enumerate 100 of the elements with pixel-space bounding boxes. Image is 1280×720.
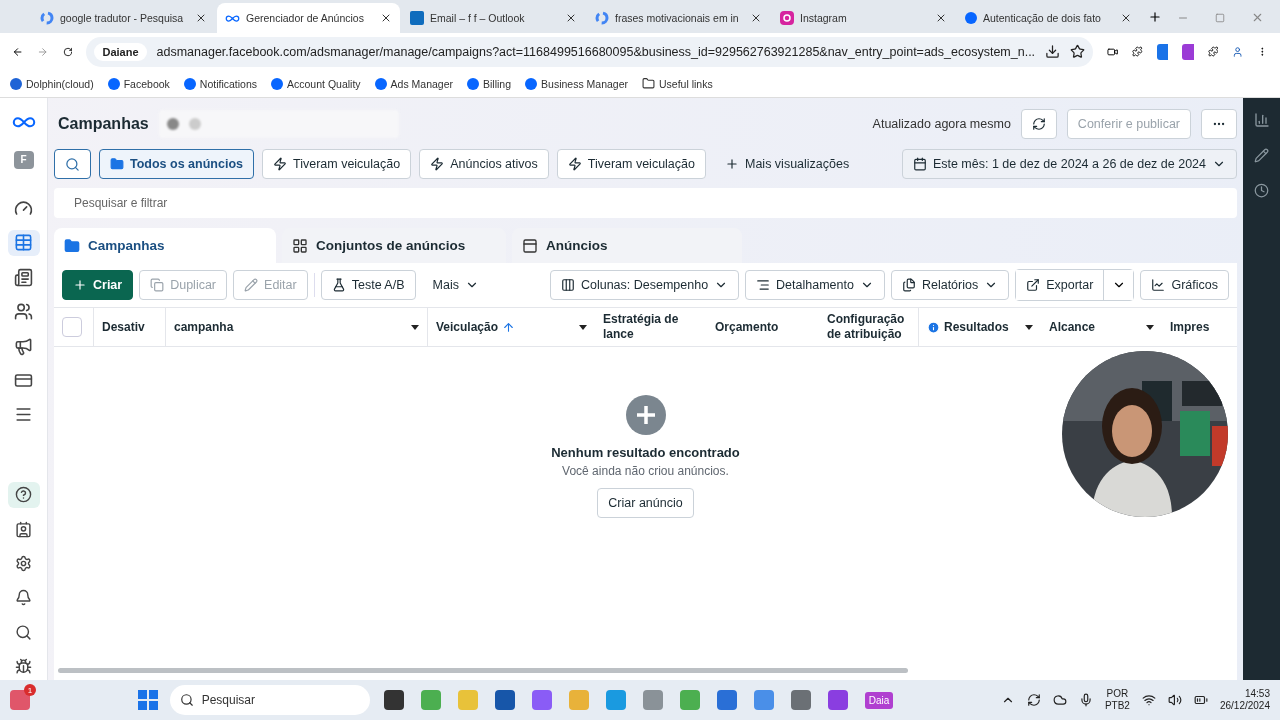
app-icon[interactable] [494, 690, 515, 710]
clock[interactable]: 14:53 26/12/2024 [1219, 688, 1270, 712]
bookmark[interactable]: Ads Manager [374, 77, 454, 90]
date-range-picker[interactable]: Este mês: 1 de dez de 2024 a 26 de dez de 2024 [901, 149, 1237, 179]
refresh-button[interactable] [1020, 109, 1057, 139]
caret-icon[interactable] [579, 324, 587, 330]
bookmark[interactable]: Useful links [642, 77, 713, 90]
id-card-icon [15, 520, 32, 538]
wifi-icon[interactable] [1141, 693, 1156, 707]
clock-icon[interactable] [1254, 183, 1269, 198]
columns-icon [560, 278, 575, 292]
close-icon[interactable] [1120, 12, 1132, 24]
plus-icon [73, 278, 87, 292]
language-indicator[interactable]: POR PTB2 [1104, 688, 1130, 712]
level-tab[interactable]: Campanhas [54, 228, 276, 263]
create-ad-button[interactable]: Criar anúncio [597, 488, 694, 518]
bookmark[interactable]: Notifications [183, 77, 258, 90]
select-all-checkbox[interactable] [62, 317, 82, 337]
caret-icon[interactable] [411, 324, 419, 330]
view-tab[interactable]: Todos os anúncios [99, 149, 254, 179]
circle-icon [525, 77, 538, 90]
mic-icon[interactable] [1078, 693, 1093, 707]
ab-test-button[interactable]: Teste A/B [320, 270, 416, 300]
ring-icon [40, 11, 54, 25]
nav-item[interactable] [7, 481, 40, 509]
view-tab[interactable]: Anúncios ativos [419, 149, 549, 179]
cloud-icon[interactable] [1052, 693, 1067, 707]
browser-tab[interactable]: Email – f f – Outlook [402, 3, 585, 33]
column-header[interactable]: Estratégia de lance [603, 312, 699, 342]
more-views-button[interactable]: Mais visualizações [714, 149, 861, 179]
browser-tab[interactable]: Gerenciador de Anúncios [217, 3, 400, 33]
bookmark-icon[interactable] [1070, 44, 1086, 59]
bug-icon [15, 658, 32, 676]
bookmark[interactable]: Account Quality [271, 77, 361, 90]
app-icon[interactable] [383, 690, 404, 710]
pencil-icon[interactable] [1254, 148, 1269, 163]
mail-icon [410, 11, 424, 25]
view-tab[interactable]: Tiveram veiculação [556, 149, 706, 179]
app-icon[interactable] [827, 690, 848, 710]
caret-icon[interactable] [1146, 324, 1154, 330]
browser-tab[interactable]: Autenticação de dois fato [957, 3, 1140, 33]
bookmark[interactable]: Dolphin(cloud) [10, 77, 94, 90]
column-header[interactable]: Desativ [102, 319, 157, 335]
browser-tab[interactable]: google tradutor - Pesquisa [32, 3, 215, 33]
scrollbar[interactable] [58, 668, 908, 673]
column-header[interactable]: Impres [1170, 319, 1224, 335]
pencil-icon [244, 278, 259, 292]
search-field[interactable]: Pesquisar e filtrar [54, 188, 1237, 218]
folder-icon [110, 157, 124, 171]
close-icon[interactable] [750, 12, 762, 24]
close-icon[interactable] [380, 12, 392, 24]
search-button[interactable] [54, 149, 91, 179]
view-tab[interactable]: Tiveram veiculação [262, 149, 412, 179]
extension-icon[interactable] [1132, 44, 1143, 59]
close-icon[interactable] [565, 12, 577, 24]
empty-title: Nenhum resultado encontrado [551, 445, 740, 460]
column-header[interactable]: Orçamento [715, 319, 811, 335]
toolbar-button[interactable]: Relatórios [890, 270, 1010, 300]
volume-icon[interactable] [1167, 693, 1182, 707]
column-header[interactable]: campanha [174, 319, 407, 335]
circle-icon [271, 77, 284, 90]
info-icon [927, 320, 940, 334]
chart-icon [1151, 278, 1166, 292]
address-bar[interactable]: Daiane adsmanager.facebook.com/adsmanager/manage/campaigns?act=1168499516680095&business_id=929562763921285&nav_entry_point=ads_ecosystem_n... [86, 36, 1094, 67]
bookmark[interactable]: Business Manager [525, 77, 628, 90]
battery-icon[interactable] [1193, 693, 1208, 707]
browser-tab[interactable]: frases motivacionais em in [587, 3, 770, 33]
create-button[interactable]: Criar [62, 270, 134, 300]
column-header[interactable]: Configuração de atribuição [827, 312, 910, 342]
close-icon[interactable] [195, 12, 207, 24]
browser-tab[interactable]: Instagram [772, 3, 955, 33]
column-header[interactable]: Alcance [1049, 319, 1142, 335]
settings-icon [15, 555, 32, 573]
camera-icon [780, 11, 794, 25]
sync-icon[interactable] [1026, 693, 1041, 707]
taskbar-search[interactable]: Pesquisar [169, 685, 370, 715]
column-header[interactable]: Veiculação [436, 319, 499, 335]
empty-message: Você ainda não criou anúncios. [562, 464, 729, 478]
caret-icon[interactable] [1025, 324, 1033, 330]
bar-chart-icon[interactable] [1253, 112, 1270, 128]
nav-item[interactable] [7, 229, 40, 257]
more-button[interactable]: Mais [421, 270, 490, 300]
install-icon[interactable] [1045, 44, 1061, 59]
new-tab-icon[interactable] [1148, 10, 1162, 24]
close-icon[interactable] [935, 12, 947, 24]
column-header[interactable]: Resultados [944, 319, 1021, 335]
toolbar-button[interactable]: Colunas: Desempenho [549, 270, 740, 300]
toolbar-button[interactable]: Detalhamento [745, 270, 885, 300]
help-icon [15, 486, 32, 504]
bookmark[interactable]: Facebook [107, 77, 170, 90]
search-icon [15, 623, 32, 641]
bookmark[interactable]: Billing [467, 77, 512, 90]
app-icon[interactable]: Daia [864, 691, 894, 709]
toolbar-button[interactable]: Gráficos [1140, 270, 1229, 300]
export-button[interactable]: Exportar [1015, 269, 1135, 301]
circle-icon [107, 77, 120, 90]
extensions-icon[interactable] [1207, 44, 1219, 59]
circle-icon [183, 77, 196, 90]
notification-badge: 1 [24, 684, 36, 696]
windows-icon[interactable] [137, 690, 158, 710]
